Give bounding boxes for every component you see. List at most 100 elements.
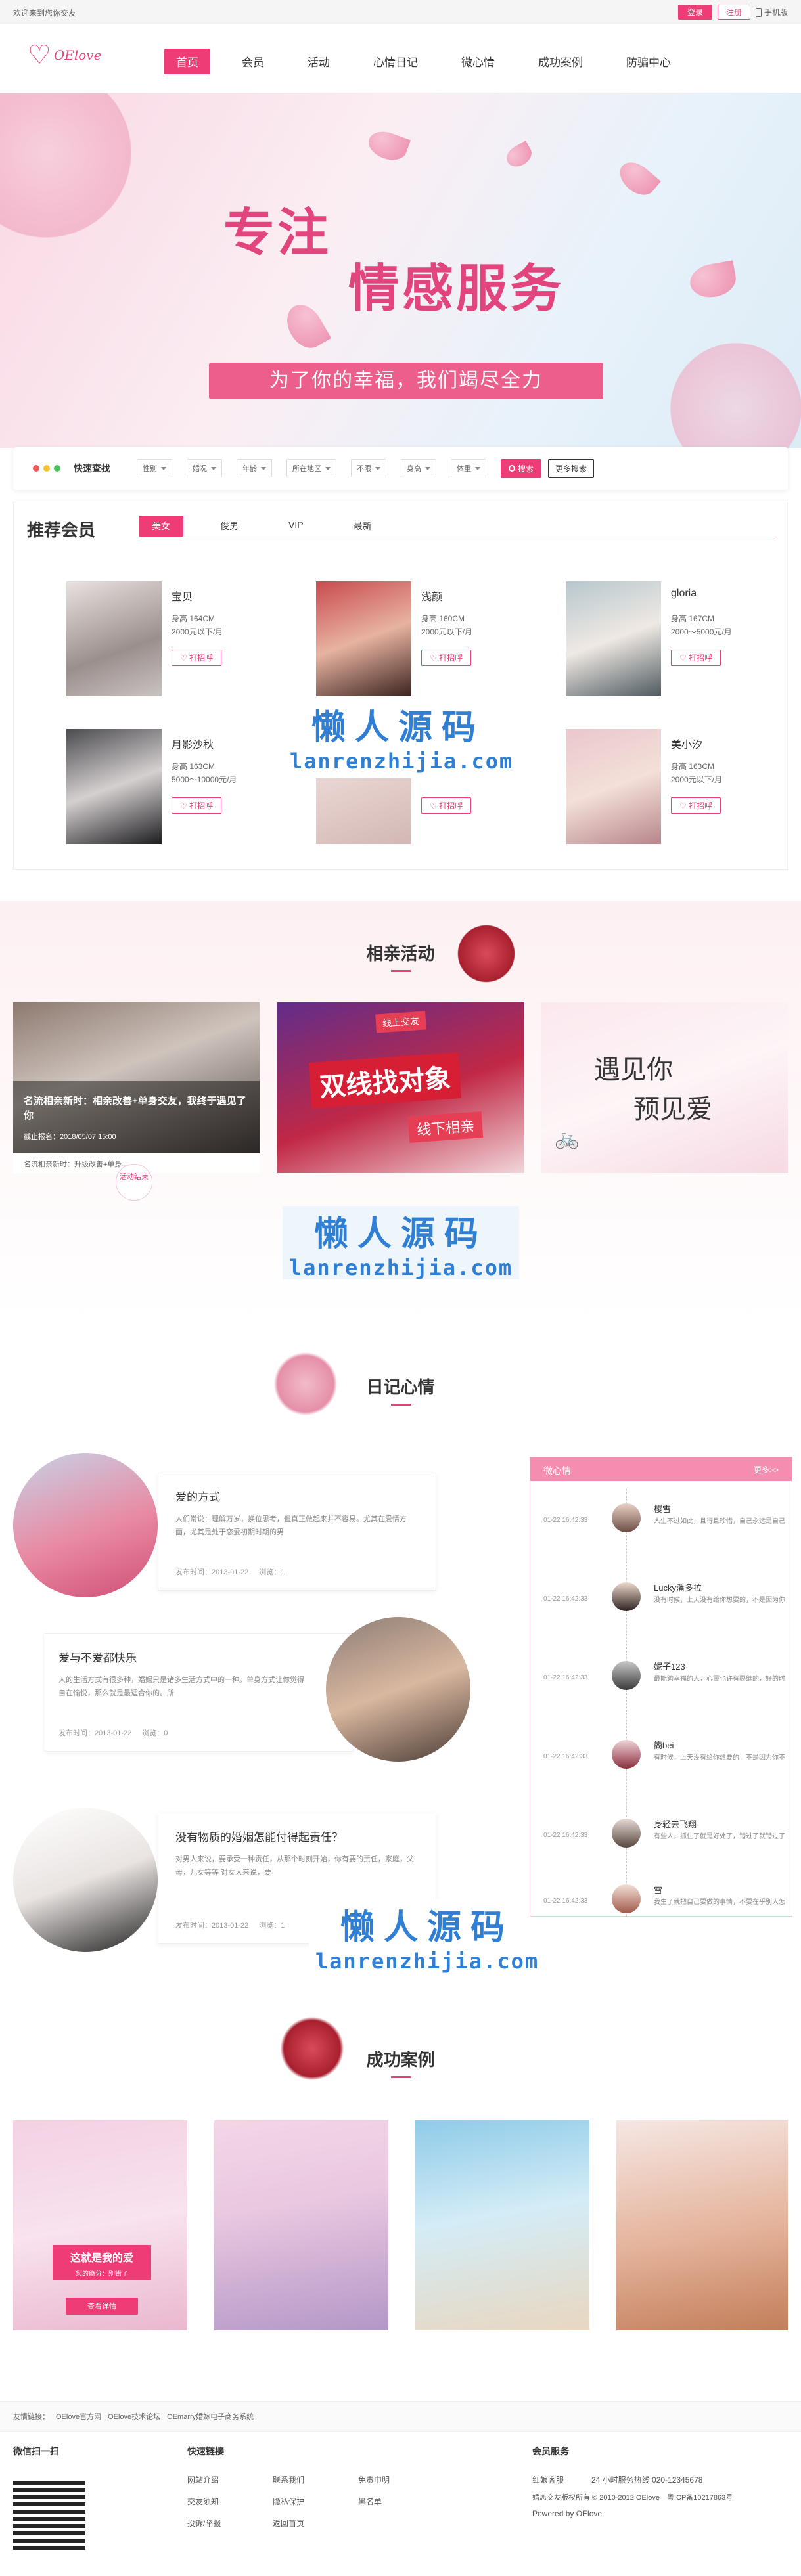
weight-select[interactable]: 体重: [451, 459, 486, 477]
footer-link[interactable]: 联系我们: [273, 2474, 304, 2485]
mood-name[interactable]: Lucky潘多拉: [654, 1581, 702, 1593]
case-card[interactable]: 这就是我的爱 您的缘分：别错了 查看详情: [13, 2120, 187, 2330]
member-photo[interactable]: [566, 729, 661, 844]
case-detail-button[interactable]: 查看详情: [66, 2298, 138, 2315]
footer-link[interactable]: 交友须知: [187, 2496, 219, 2507]
greet-button[interactable]: ♡ 打招呼: [172, 650, 222, 666]
diary-title[interactable]: 没有物质的婚姻怎能付得起责任？: [175, 1828, 343, 1844]
search-icon: [509, 465, 515, 472]
age-select[interactable]: 年龄: [237, 459, 272, 477]
nav-item-diary[interactable]: 心情日记: [361, 49, 430, 74]
mood-name[interactable]: 簡bei: [654, 1739, 674, 1751]
mood-item[interactable]: 01-22 16:42:33 樱雪人生不过如此，且行且珍惜，自己永远是自己的主角，…: [530, 1497, 793, 1563]
mood-name[interactable]: 雪: [654, 1883, 662, 1896]
watermark-cn: 懒人源码: [340, 1908, 514, 1947]
member-photo[interactable]: [66, 729, 162, 844]
mood-name[interactable]: 身轻去飞翔: [654, 1817, 697, 1830]
login-button[interactable]: 登录: [677, 5, 712, 20]
region-select[interactable]: 所在地区: [286, 459, 336, 477]
activity-card[interactable]: 线上交友 双线找对象 线下相亲: [277, 1002, 524, 1173]
mood-avatar[interactable]: [612, 1740, 641, 1769]
greet-button[interactable]: ♡ 打招呼: [172, 797, 222, 814]
tab-latest[interactable]: 最新: [340, 516, 385, 537]
member-card[interactable]: 浅颜 身高 160CM 2000元以下/月 ♡ 打招呼: [316, 581, 533, 700]
mood-more-link[interactable]: 更多>>: [754, 1464, 779, 1475]
case-card[interactable]: [214, 2120, 388, 2330]
member-name[interactable]: 月影沙秋: [172, 736, 214, 751]
member-photo[interactable]: [316, 581, 411, 696]
footer-link[interactable]: 免责申明: [358, 2474, 390, 2485]
greet-button[interactable]: ♡ 打招呼: [421, 797, 472, 814]
greet-button[interactable]: ♡ 打招呼: [671, 650, 721, 666]
mood-avatar[interactable]: [612, 1661, 641, 1690]
mood-item[interactable]: 01-22 16:42:33 雪我生了就把自己要做的事情，不要在乎别人怎么说，怎么…: [530, 1878, 793, 1943]
mood-avatar[interactable]: [612, 1819, 641, 1848]
member-card[interactable]: gloria 身高 167CM 2000～5000元/月 ♡ 打招呼: [566, 581, 783, 700]
mood-avatar[interactable]: [612, 1503, 641, 1532]
search-button[interactable]: 搜索: [501, 458, 542, 478]
friend-link[interactable]: OElove官方网: [56, 2411, 101, 2422]
footer-link[interactable]: 返回首页: [273, 2518, 304, 2529]
diary-avatar[interactable]: [13, 1808, 158, 1952]
nav-item-home[interactable]: 首页: [164, 49, 210, 74]
member-card[interactable]: 美小汐 身高 163CM 2000元以下/月 ♡ 打招呼: [566, 729, 783, 847]
diary-avatar[interactable]: [326, 1617, 470, 1762]
nav-item-anti-fraud[interactable]: 防骗中心: [614, 49, 683, 74]
member-name[interactable]: 宝贝: [172, 588, 193, 604]
greet-button[interactable]: ♡ 打招呼: [421, 650, 472, 666]
friend-link[interactable]: OElove技术论坛: [108, 2411, 160, 2422]
register-button[interactable]: 注册: [717, 5, 750, 20]
mood-item[interactable]: 01-22 16:42:33 妮子123 最能夠幸福的人，心靈也许有裂缝的，好的时光…: [530, 1654, 793, 1720]
greet-button[interactable]: ♡ 打招呼: [671, 797, 721, 814]
member-photo[interactable]: [566, 581, 661, 696]
footer-link[interactable]: 网站介绍: [187, 2474, 219, 2485]
footer-link[interactable]: 投诉/举报: [187, 2518, 221, 2529]
nav-item-members[interactable]: 会员: [230, 49, 276, 74]
member-income: 2000元以下/月: [421, 627, 473, 636]
mood-item[interactable]: 01-22 16:42:33 簡bei 有时候，上天没有给你想要的，不是因为你不配，…: [530, 1733, 793, 1799]
diary-views: 浏览：0: [142, 1729, 168, 1737]
mood-item[interactable]: 01-22 16:42:33 Lucky潘多拉 没有时候，上天没有给你想要的，不是因…: [530, 1576, 793, 1641]
diary-excerpt: 对男人来说，要承受一种责任，从那个时刻开始，你有要的责任，家庭，父母，儿女等等 …: [175, 1855, 414, 1876]
more-search-button[interactable]: 更多搜索: [548, 458, 595, 478]
activity-card[interactable]: 遇见你 预见爱 🚲: [541, 1002, 788, 1173]
case-card[interactable]: [616, 2120, 788, 2330]
watermark: 懒人源码 lanrenzhijia.com: [309, 1899, 545, 1978]
friend-link[interactable]: OEmarry婚嫁电子商务系统: [167, 2411, 254, 2422]
nav-item-mood[interactable]: 微心情: [449, 49, 507, 74]
gender-select[interactable]: 性别: [137, 459, 172, 477]
diary-date: 发布时间：2013-01-22: [58, 1729, 132, 1737]
member-photo[interactable]: [66, 581, 162, 696]
mood-avatar[interactable]: [612, 1582, 641, 1611]
footer-link[interactable]: 隐私保护: [273, 2496, 304, 2507]
tab-vip[interactable]: VIP: [275, 516, 317, 537]
nav-item-cases[interactable]: 成功案例: [526, 49, 595, 74]
diary-title[interactable]: 爱与不爱都快乐: [58, 1649, 137, 1665]
height-select[interactable]: 身高: [401, 459, 436, 477]
select-label: 不限: [357, 465, 371, 473]
diary-title[interactable]: 爱的方式: [175, 1488, 220, 1504]
window-dots: [33, 465, 60, 472]
mood-avatar[interactable]: [612, 1884, 641, 1913]
activity-card[interactable]: 名流相亲新时：相亲改善+单身交友，我终于遇见了你 截止报名：2018/05/07…: [13, 1002, 260, 1173]
mobile-link[interactable]: 手机版: [755, 7, 788, 18]
tab-handsome[interactable]: 俊男: [207, 516, 252, 537]
mood-name[interactable]: 妮子123: [654, 1660, 685, 1672]
nav-item-events[interactable]: 活动: [296, 49, 342, 74]
footer-link[interactable]: 黑名单: [358, 2496, 382, 2507]
any-select[interactable]: 不限: [351, 459, 386, 477]
mood-name[interactable]: 樱雪: [654, 1502, 671, 1515]
case-card[interactable]: [415, 2120, 589, 2330]
diary-card[interactable]: 爱与不爱都快乐 人的生活方式有很多种，婚姻只是诸多生活方式中的一种。单身方式让你…: [45, 1633, 354, 1752]
member-name[interactable]: 浅颜: [421, 588, 442, 604]
tab-beauty[interactable]: 美女: [139, 516, 183, 537]
member-name[interactable]: 美小汐: [671, 736, 702, 751]
mood-item[interactable]: 01-22 16:42:33 身轻去飞翔有些人，抓住了就是好处了，错过了就错过了，…: [530, 1812, 793, 1878]
diary-card[interactable]: 爱的方式 人们常说：理解万岁，换位思考，但真正做起来并不容易。尤其在爱情方面，尤…: [158, 1473, 436, 1591]
diary-avatar[interactable]: [13, 1453, 158, 1597]
member-name[interactable]: gloria: [671, 588, 697, 600]
member-card[interactable]: 宝贝 身高 164CM 2000元以下/月 ♡ 打招呼: [66, 581, 283, 700]
logo[interactable]: ♡ OElove: [28, 42, 101, 68]
member-card[interactable]: 月影沙秋 身高 163CM 5000～10000元/月 ♡ 打招呼: [66, 729, 283, 847]
marital-select[interactable]: 婚况: [187, 459, 222, 477]
